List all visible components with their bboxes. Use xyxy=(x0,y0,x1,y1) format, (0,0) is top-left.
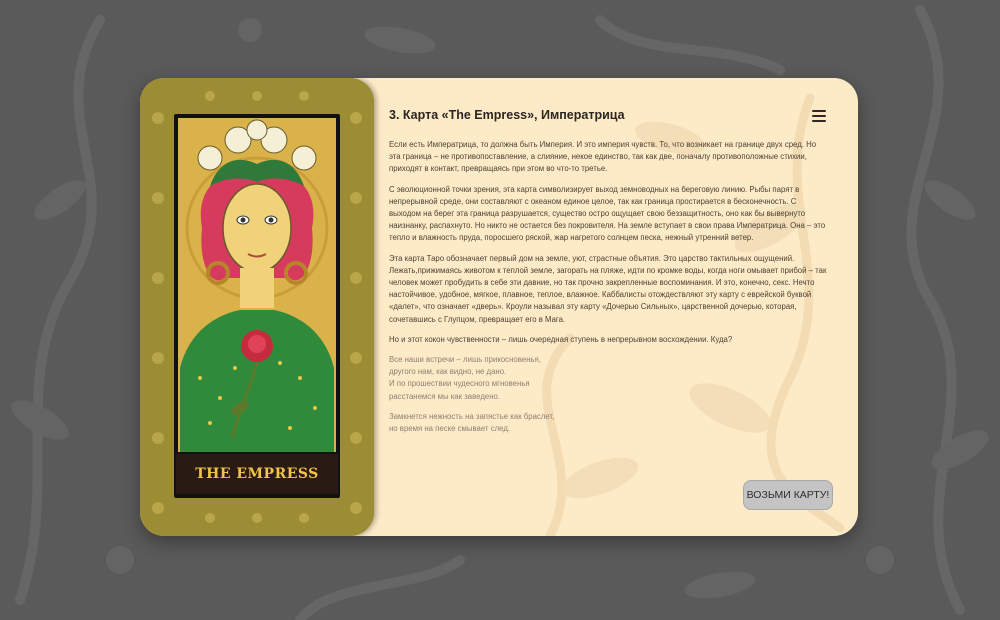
poem-line: Замкнется нежность на запястье как брасл… xyxy=(389,411,555,421)
poem-line: И по прошествии чудесного мгновенья xyxy=(389,379,530,389)
poem-line: но время на песке смывает след. xyxy=(389,424,511,434)
tarot-card-image: THE EMPRESS xyxy=(140,78,374,536)
poem-line: другого нам, как видно, не дано. xyxy=(389,367,507,377)
poem-line: расстанемся мы как заведено. xyxy=(389,391,501,401)
tarot-card-caption: THE EMPRESS xyxy=(195,466,319,482)
take-card-button[interactable]: ВОЗЬМИ КАРТУ! xyxy=(743,480,833,510)
content-panel: THE EMPRESS 3. Карта «The Empress», Импе… xyxy=(140,78,858,536)
page-title: 3. Карта «The Empress», Императрица xyxy=(389,108,625,122)
hamburger-menu-icon[interactable] xyxy=(812,110,826,122)
menu-bar xyxy=(812,115,826,117)
menu-bar xyxy=(812,110,826,112)
poem-line: Все наши встречи – лишь прикосновенья, xyxy=(389,355,541,365)
paragraph: Если есть Императрица, то должна быть Им… xyxy=(389,140,817,174)
card-description: 3. Карта «The Empress», Императрица Если… xyxy=(389,108,829,443)
poem-stanza-1: Все наши встречи – лишь прикосновенья, д… xyxy=(389,354,829,403)
paragraph: С эволюционной точки зрения, эта карта с… xyxy=(389,184,826,243)
menu-bar xyxy=(812,120,826,122)
paragraph: Но и этот кокон чувственности – лишь оче… xyxy=(389,334,733,344)
paragraph: Эта карта Таро обозначает первый дом на … xyxy=(389,253,827,324)
poem-stanza-2: Замкнется нежность на запястье как брасл… xyxy=(389,411,829,435)
